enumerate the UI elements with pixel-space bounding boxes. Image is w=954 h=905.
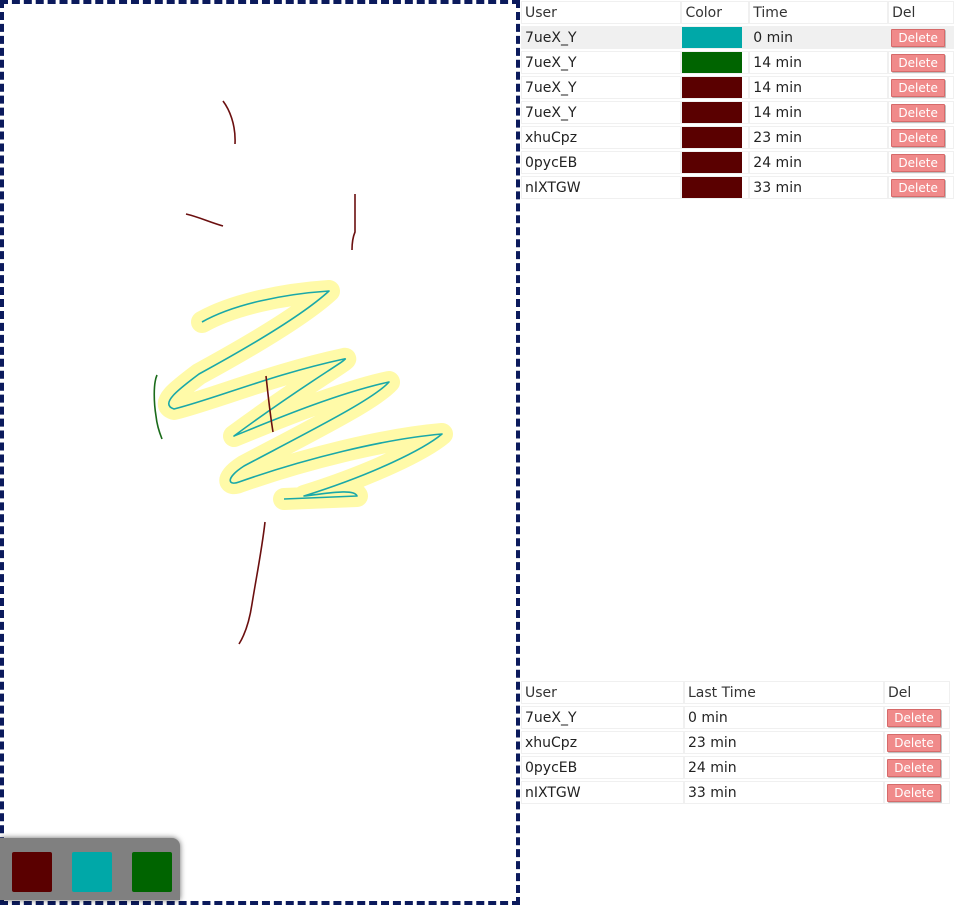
users-table-header: User Last Time Del <box>521 681 950 704</box>
delete-button[interactable]: Delete <box>887 758 941 777</box>
delete-button[interactable]: Delete <box>891 78 946 97</box>
row-del: Delete <box>888 51 954 74</box>
header-last-time: Last Time <box>684 681 884 704</box>
table-row[interactable]: 0pycEB 24 min Delete <box>521 756 950 779</box>
row-user: 7ueX_Y <box>521 76 682 99</box>
row-del: Delete <box>888 101 954 124</box>
table-row[interactable]: 7ueX_Y 14 min Delete <box>521 51 954 74</box>
table-row[interactable]: nIXTGW 33 min Delete <box>521 176 954 199</box>
table-row[interactable]: 0pycEB 24 min Delete <box>521 151 954 174</box>
delete-button[interactable]: Delete <box>891 103 946 122</box>
table-row[interactable]: xhuCpz 23 min Delete <box>521 126 954 149</box>
delete-button[interactable]: Delete <box>891 128 946 147</box>
row-del: Delete <box>884 731 950 754</box>
dark-red-stroke <box>238 521 266 645</box>
row-time: 24 min <box>749 151 889 174</box>
row-last-time: 0 min <box>684 706 884 729</box>
delete-button[interactable]: Delete <box>887 708 941 727</box>
row-del: Delete <box>888 151 954 174</box>
row-color <box>681 51 750 74</box>
row-user: 7ueX_Y <box>521 706 684 729</box>
header-color: Color <box>681 1 750 24</box>
dark-red-stroke <box>351 194 356 251</box>
dark-red-stroke <box>222 100 236 145</box>
color-swatch <box>682 152 743 173</box>
row-color <box>681 126 750 149</box>
row-del: Delete <box>888 176 954 199</box>
row-time: 33 min <box>749 176 889 199</box>
color-swatch <box>682 177 743 198</box>
color-swatch <box>682 77 743 98</box>
row-time: 0 min <box>749 26 889 49</box>
row-user: xhuCpz <box>521 126 682 149</box>
delete-button[interactable]: Delete <box>887 733 941 752</box>
row-last-time: 24 min <box>684 756 884 779</box>
header-del: Del <box>888 1 954 24</box>
row-user: 0pycEB <box>521 151 682 174</box>
row-color <box>681 76 750 99</box>
delete-button[interactable]: Delete <box>891 178 946 197</box>
row-user: 0pycEB <box>521 756 684 779</box>
row-last-time: 23 min <box>684 731 884 754</box>
delete-button[interactable]: Delete <box>887 783 941 802</box>
row-time: 14 min <box>749 76 889 99</box>
color-palette <box>0 838 180 900</box>
delete-button[interactable]: Delete <box>891 53 946 72</box>
table-row[interactable]: 7ueX_Y 14 min Delete <box>521 76 954 99</box>
strokes-table-header: User Color Time Del <box>521 1 954 24</box>
delete-button[interactable]: Delete <box>891 153 946 172</box>
swatch-teal[interactable] <box>72 852 112 892</box>
row-del: Delete <box>888 126 954 149</box>
swatch-dark-red[interactable] <box>12 852 52 892</box>
row-color <box>681 101 750 124</box>
table-row[interactable]: 7ueX_Y 14 min Delete <box>521 101 954 124</box>
row-color <box>681 26 750 49</box>
row-color <box>681 176 750 199</box>
row-del: Delete <box>884 756 950 779</box>
color-swatch <box>682 27 743 48</box>
strokes-table: User Color Time Del 7ueX_Y 0 min Delete … <box>521 0 954 201</box>
header-del: Del <box>884 681 950 704</box>
header-user: User <box>521 681 684 704</box>
header-time: Time <box>749 1 889 24</box>
row-last-time: 33 min <box>684 781 884 804</box>
color-swatch <box>682 52 743 73</box>
row-time: 14 min <box>749 51 889 74</box>
row-color <box>681 151 750 174</box>
row-del: Delete <box>884 706 950 729</box>
row-del: Delete <box>888 26 954 49</box>
color-swatch <box>682 102 743 123</box>
row-user: 7ueX_Y <box>521 26 682 49</box>
row-user: 7ueX_Y <box>521 51 682 74</box>
row-time: 23 min <box>749 126 889 149</box>
highlight-stroke <box>157 280 453 510</box>
drawing-strokes <box>153 100 453 645</box>
header-user: User <box>521 1 682 24</box>
swatch-green[interactable] <box>132 852 172 892</box>
table-row[interactable]: 7ueX_Y 0 min Delete <box>521 26 954 49</box>
row-time: 14 min <box>749 101 889 124</box>
table-row[interactable]: xhuCpz 23 min Delete <box>521 731 950 754</box>
drawing-canvas[interactable] <box>0 0 520 905</box>
table-row[interactable]: 7ueX_Y 0 min Delete <box>521 706 950 729</box>
color-swatch <box>682 127 743 148</box>
row-user: xhuCpz <box>521 731 684 754</box>
row-user: 7ueX_Y <box>521 101 682 124</box>
row-del: Delete <box>884 781 950 804</box>
row-user: nIXTGW <box>521 176 682 199</box>
delete-button[interactable]: Delete <box>891 28 946 47</box>
dark-red-stroke <box>185 213 224 227</box>
row-user: nIXTGW <box>521 781 684 804</box>
users-table: User Last Time Del 7ueX_Y 0 min Delete x… <box>521 679 950 806</box>
table-row[interactable]: nIXTGW 33 min Delete <box>521 781 950 804</box>
row-del: Delete <box>888 76 954 99</box>
